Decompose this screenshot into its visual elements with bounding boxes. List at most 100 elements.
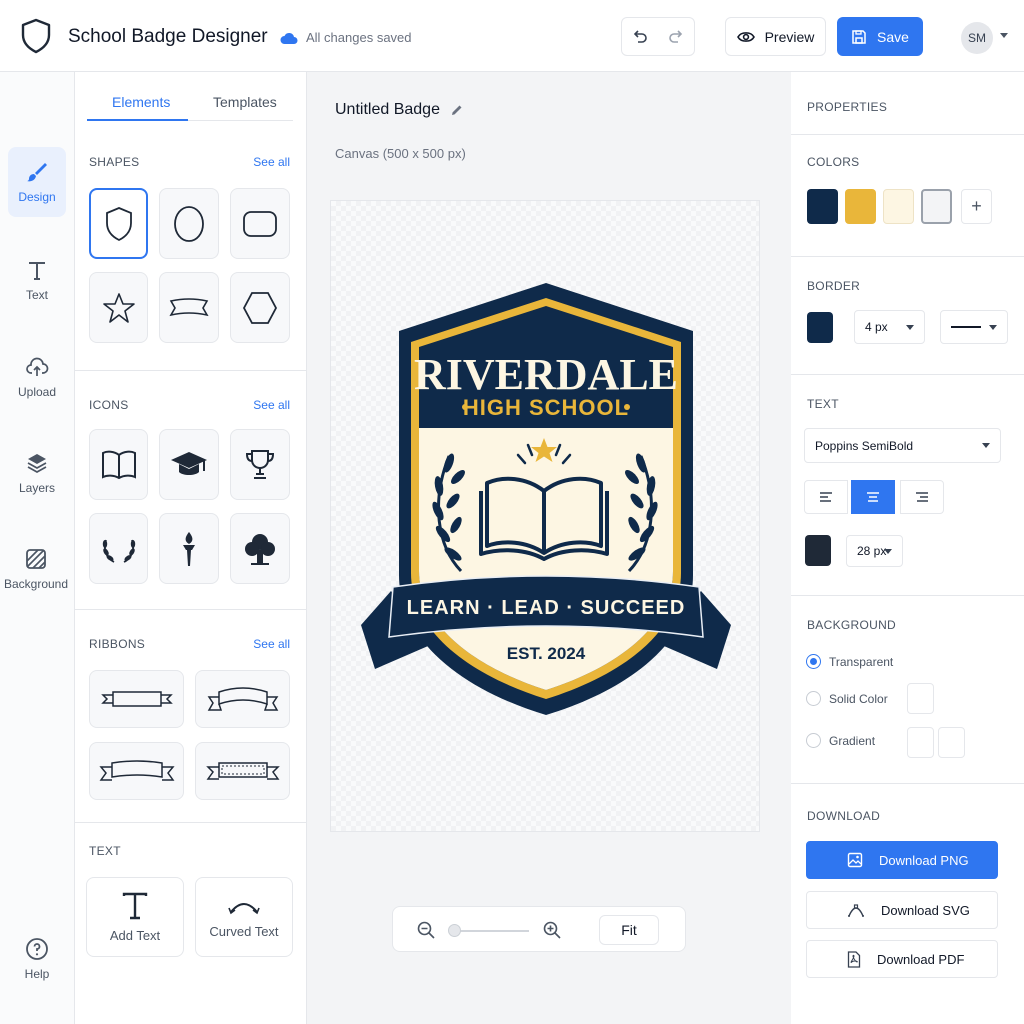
pdf-file-icon <box>847 950 861 968</box>
straight-ribbon-icon <box>100 691 173 707</box>
torch-icon <box>183 531 195 566</box>
color-swatch-light-gray[interactable] <box>921 189 952 224</box>
icon-tile-book[interactable] <box>89 429 148 500</box>
shapes-see-all-link[interactable]: See all <box>253 155 290 169</box>
history-controls <box>621 17 695 56</box>
active-tab-indicator <box>87 119 188 121</box>
border-width-select[interactable]: 4 px <box>854 310 925 344</box>
solid-color-picker[interactable] <box>907 683 934 714</box>
chevron-down-icon <box>884 549 892 554</box>
ribbon-tile-wavy[interactable] <box>89 742 184 800</box>
section-divider <box>791 374 1024 375</box>
shape-banner[interactable] <box>159 272 219 343</box>
rail-item-background[interactable]: Background <box>4 534 68 604</box>
zoom-out-icon[interactable] <box>417 921 435 939</box>
section-divider <box>791 783 1024 784</box>
rail-item-upload[interactable]: Upload <box>8 342 66 412</box>
radio-solid-color[interactable] <box>806 691 821 706</box>
radio-gradient[interactable] <box>806 733 821 748</box>
icon-tile-tree[interactable] <box>230 513 290 584</box>
shape-shield[interactable] <box>89 188 148 259</box>
artboard[interactable]: RIVERDALE HIGH SCHOOL LEARN · LEAD · SUC… <box>330 200 760 832</box>
fit-button[interactable]: Fit <box>599 915 659 945</box>
bg-option-solid[interactable]: Solid Color <box>806 691 888 706</box>
badge-name[interactable]: Untitled Badge <box>335 101 464 119</box>
background-title: BACKGROUND <box>807 618 897 632</box>
curved-text-icon <box>228 902 260 914</box>
download-png-label: Download PNG <box>879 852 969 868</box>
color-swatch-cream[interactable] <box>883 189 914 224</box>
icon-tile-trophy[interactable] <box>230 429 290 500</box>
bg-option-transparent[interactable]: Transparent <box>806 654 893 669</box>
font-size-select[interactable]: 28 px <box>846 535 903 567</box>
shape-oval[interactable] <box>159 188 219 259</box>
download-title: DOWNLOAD <box>807 809 881 823</box>
bg-option-gradient[interactable]: Gradient <box>806 733 875 748</box>
eye-icon <box>736 31 755 42</box>
zoom-slider-handle[interactable] <box>448 924 461 937</box>
radio-transparent[interactable] <box>806 654 821 669</box>
chevron-down-icon[interactable] <box>1000 33 1008 38</box>
rail-item-design[interactable]: Design <box>8 147 66 217</box>
save-status: All changes saved <box>280 30 412 45</box>
ribbon-tile-straight[interactable] <box>89 670 184 728</box>
align-center-icon <box>867 492 879 502</box>
user-avatar[interactable]: SM <box>961 22 993 54</box>
download-png-button[interactable]: Download PNG <box>806 841 998 879</box>
solid-line-icon <box>951 326 981 328</box>
pencil-icon[interactable] <box>450 103 464 117</box>
color-swatch-navy[interactable] <box>807 189 838 224</box>
align-center-button[interactable] <box>851 480 895 514</box>
add-text-tile[interactable]: Add Text <box>86 877 184 957</box>
tree-icon <box>245 533 275 565</box>
ribbons-title: RIBBONS <box>89 637 146 651</box>
redo-icon[interactable] <box>666 27 686 47</box>
align-right-button[interactable] <box>900 480 944 514</box>
tab-templates[interactable]: Templates <box>213 94 277 110</box>
curved-text-tile[interactable]: Curved Text <box>195 877 293 957</box>
floppy-icon <box>852 29 866 44</box>
color-swatch-gold[interactable] <box>845 189 876 224</box>
ribbon-tile-stitched[interactable] <box>195 742 290 800</box>
download-svg-button[interactable]: Download SVG <box>806 891 998 929</box>
canvas-size-label: Canvas (500 x 500 px) <box>335 146 466 161</box>
shape-hexagon[interactable] <box>230 272 290 343</box>
align-left-button[interactable] <box>804 480 848 514</box>
icon-tile-torch[interactable] <box>159 513 219 584</box>
icon-tile-graduation-cap[interactable] <box>159 429 219 500</box>
rail-item-text[interactable]: Text <box>8 245 66 315</box>
rail-item-help[interactable]: Help <box>8 924 66 994</box>
elements-panel: Elements Templates SHAPES See all ICONS … <box>75 72 307 1024</box>
border-color-swatch[interactable] <box>807 312 833 343</box>
border-style-select[interactable] <box>940 310 1008 344</box>
ribbon-tile-arched[interactable] <box>195 670 290 728</box>
download-pdf-button[interactable]: Download PDF <box>806 940 998 978</box>
download-pdf-label: Download PDF <box>877 951 965 967</box>
shape-rounded-rect[interactable] <box>230 188 290 259</box>
icon-tile-laurel[interactable] <box>89 513 148 584</box>
zoom-slider-track[interactable] <box>453 930 529 932</box>
zoom-in-icon[interactable] <box>543 921 561 939</box>
brush-icon <box>27 163 47 182</box>
rail-label-upload: Upload <box>17 385 57 399</box>
shape-star[interactable] <box>89 272 148 343</box>
save-button[interactable]: Save <box>837 17 923 56</box>
preview-button[interactable]: Preview <box>725 17 826 56</box>
icons-see-all-link[interactable]: See all <box>253 398 290 412</box>
text-color-swatch[interactable] <box>805 535 831 566</box>
section-divider <box>75 370 307 371</box>
rail-label-design: Design <box>18 190 56 204</box>
gradient-start-picker[interactable] <box>907 727 934 758</box>
add-color-button[interactable]: + <box>961 189 992 224</box>
help-icon <box>26 938 48 960</box>
banner-shape-icon <box>169 297 209 316</box>
undo-icon[interactable] <box>630 27 650 47</box>
rail-item-layers[interactable]: Layers <box>8 438 66 508</box>
font-family-select[interactable]: Poppins SemiBold <box>804 428 1001 463</box>
gradient-end-picker[interactable] <box>938 727 965 758</box>
rounded-rect-shape-icon <box>243 210 277 237</box>
badge-motto: LEARN · LEAD · SUCCEED <box>407 597 686 619</box>
school-badge[interactable]: RIVERDALE HIGH SCHOOL LEARN · LEAD · SUC… <box>331 201 761 833</box>
tab-elements[interactable]: Elements <box>112 94 170 110</box>
ribbons-see-all-link[interactable]: See all <box>253 637 290 651</box>
